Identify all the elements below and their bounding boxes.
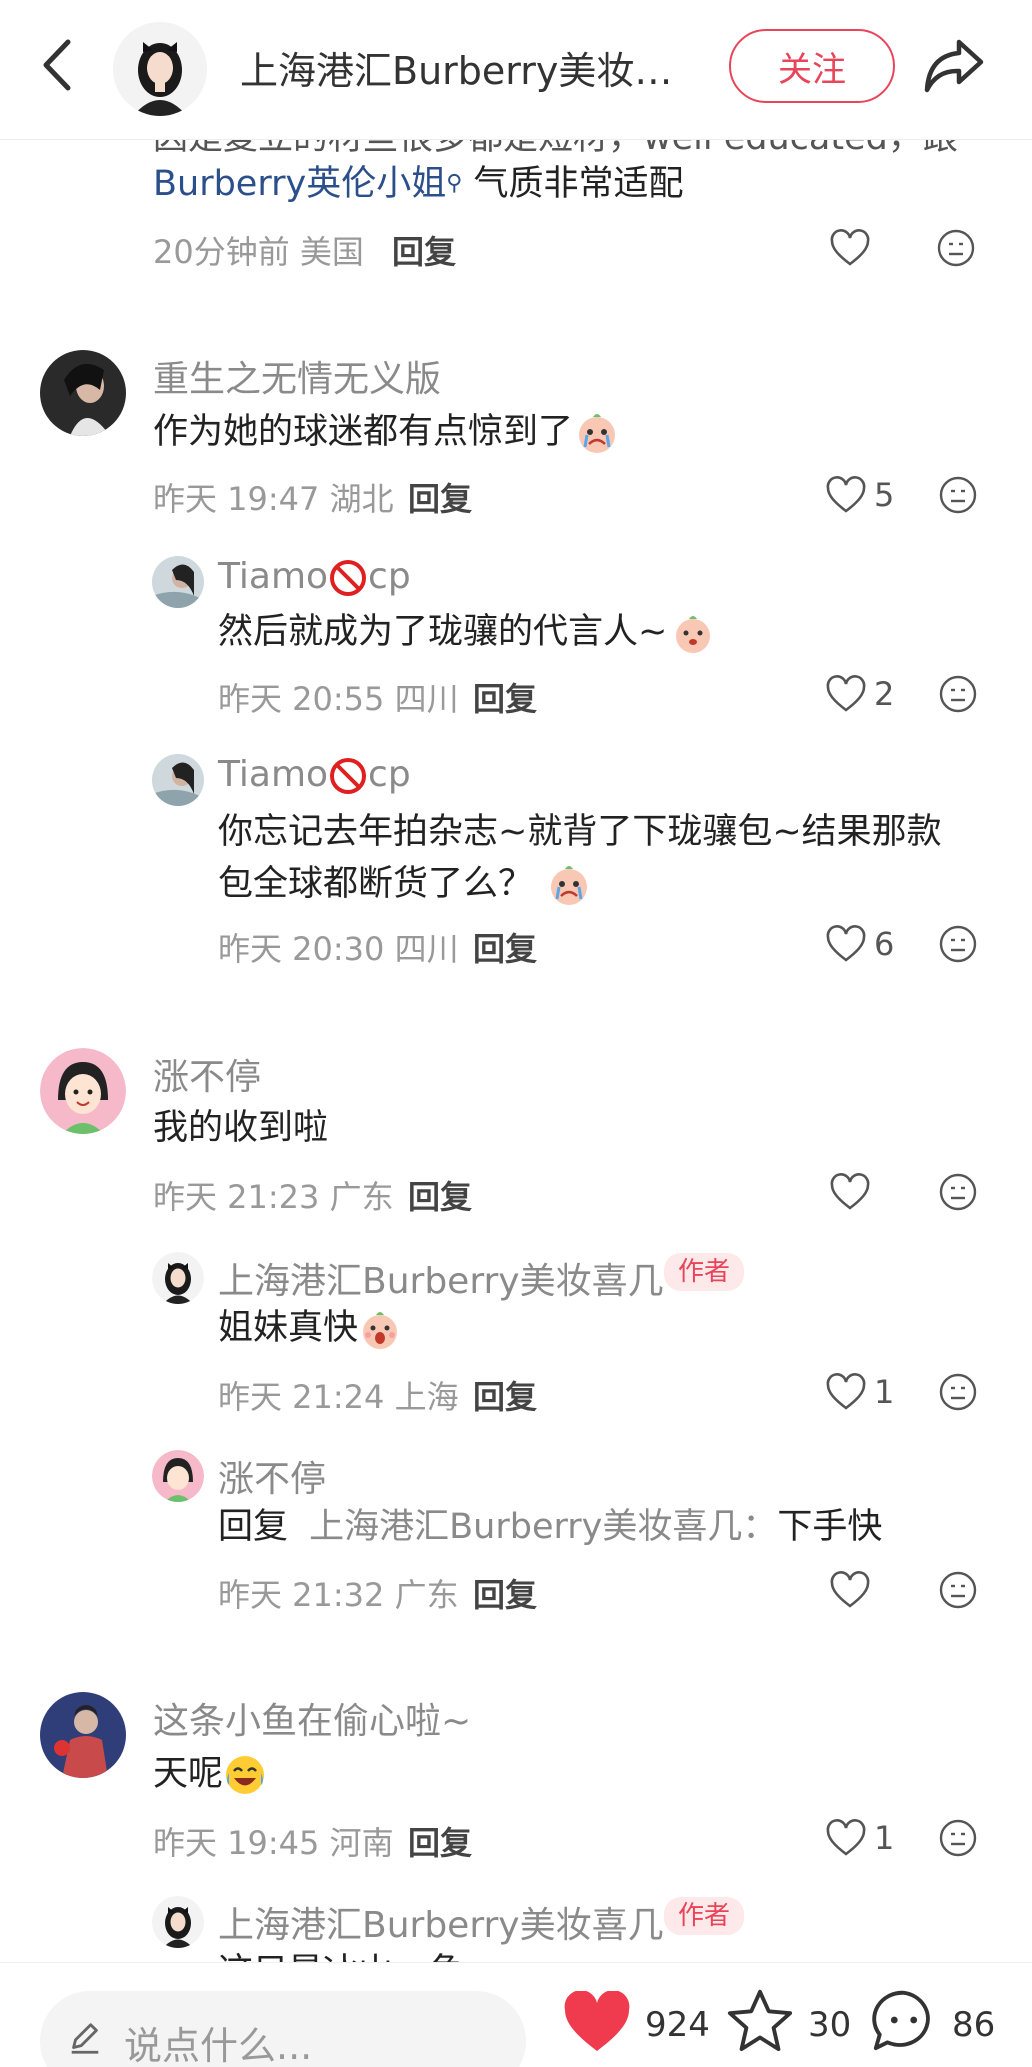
bottom-action-bar: 说点什么... 924 30 86 — [0, 1962, 1032, 2067]
laugh-cry-emoji-icon — [223, 1753, 267, 1797]
brand-link[interactable]: Burberry英伦小姐 — [153, 164, 446, 204]
like-button[interactable]: 6 — [826, 922, 894, 966]
heart-icon — [826, 1819, 866, 1856]
author-badge: 作者 — [664, 1253, 745, 1291]
username[interactable]: 上海港汇Burberry美妆喜几 — [218, 1252, 664, 1304]
reply-button[interactable]: 回复 — [473, 924, 537, 970]
heart-icon — [830, 1173, 870, 1210]
comment-text: 作为她的球迷都有点惊到了 — [153, 406, 619, 458]
emoji-reaction-icon[interactable] — [938, 1172, 978, 1212]
like-button[interactable] — [830, 1170, 870, 1214]
avatar[interactable] — [40, 1048, 126, 1134]
like-button[interactable]: 1 — [826, 1370, 894, 1414]
emoji-reaction-icon[interactable] — [938, 1818, 978, 1858]
cry-emoji-icon — [547, 863, 591, 907]
share-icon[interactable] — [921, 34, 987, 96]
reply-button[interactable]: 回复 — [473, 1372, 537, 1418]
avatar[interactable] — [40, 350, 126, 436]
like-count: 5 — [874, 476, 895, 514]
surprised-emoji-icon — [358, 1307, 402, 1351]
heart-icon — [830, 1571, 870, 1608]
no-entry-icon — [328, 756, 368, 796]
comment-input[interactable]: 说点什么... — [40, 1991, 526, 2067]
comment-text-line: Burberry英伦小姐⚲ 气质非常适配 — [153, 164, 684, 204]
like-button[interactable] — [830, 1568, 870, 1612]
emoji-reaction-icon[interactable] — [938, 924, 978, 964]
emoji-reaction-icon[interactable] — [936, 228, 976, 268]
pencil-icon — [71, 2023, 99, 2054]
avatar[interactable] — [152, 1450, 204, 1502]
avatar[interactable] — [152, 1896, 204, 1948]
cry-emoji-icon — [575, 411, 619, 455]
like-count: 2 — [874, 675, 895, 713]
search-icon: ⚲ — [446, 171, 463, 196]
username[interactable]: Tiamo cp — [218, 754, 411, 796]
like-count: 6 — [874, 925, 895, 963]
like-button[interactable]: 1 — [826, 1816, 894, 1860]
comment-text: 然后就成为了珑骧的代言人~ — [218, 606, 715, 658]
comment-meta: 昨天 19:47 湖北 — [153, 480, 394, 518]
comment-meta: 20分钟前 美国 — [153, 233, 364, 271]
emoji-reaction-icon[interactable] — [938, 1372, 978, 1412]
heart-icon — [830, 229, 870, 266]
reply-button[interactable]: 回复 — [408, 474, 472, 520]
username[interactable]: 这条小鱼在偷心啦~ — [153, 1692, 471, 1744]
heart-icon — [826, 1373, 866, 1410]
comment-text: 回复 上海港汇Burberry美妆喜几：下手快 — [218, 1507, 883, 1547]
peach-emoji-icon — [671, 611, 715, 655]
comment-text-line1: 你忘记去年拍杂志~就背了下珑骧包~结果那款 — [218, 812, 942, 852]
like-count: 1 — [874, 1819, 895, 1857]
comment-text-line2: 包全球都断货了么？ — [218, 858, 591, 910]
comment-text: 我的收到啦 — [153, 1108, 329, 1148]
emoji-reaction-icon[interactable] — [938, 1570, 978, 1610]
avatar[interactable] — [40, 1692, 126, 1778]
comment-text: 天呢 — [153, 1748, 267, 1800]
like-button[interactable] — [830, 226, 870, 270]
heart-icon — [826, 675, 866, 712]
star-icon[interactable] — [726, 1987, 794, 2053]
follow-button[interactable]: 关注 — [729, 29, 895, 103]
reply-button[interactable]: 回复 — [392, 227, 456, 273]
username[interactable]: 上海港汇Burberry美妆喜几 — [218, 1896, 664, 1948]
author-badge: 作者 — [664, 1897, 745, 1935]
like-button[interactable]: 2 — [826, 672, 894, 716]
like-button[interactable]: 5 — [826, 473, 894, 517]
emoji-reaction-icon[interactable] — [938, 674, 978, 714]
comment-meta: 昨天 21:32 广东 — [218, 1576, 459, 1614]
like-heart-icon[interactable] — [562, 1991, 632, 2053]
username[interactable]: 重生之无情无义版 — [153, 350, 441, 402]
back-icon[interactable] — [30, 32, 84, 98]
username[interactable]: Tiamo cp — [218, 556, 411, 598]
author-avatar[interactable] — [113, 22, 207, 116]
heart-icon — [826, 925, 866, 962]
comment-meta: 昨天 20:55 四川 — [218, 680, 459, 718]
reply-target[interactable]: 上海港汇Burberry美妆喜几： — [309, 1507, 777, 1547]
no-entry-icon — [328, 558, 368, 598]
reply-button[interactable]: 回复 — [408, 1818, 472, 1864]
comment-text: 姐妹真快 — [218, 1302, 402, 1354]
emoji-reaction-icon[interactable] — [938, 475, 978, 515]
avatar[interactable] — [152, 754, 204, 806]
top-bar: 上海港汇Burberry美妆… 关注 — [0, 0, 1032, 140]
comment-meta: 昨天 20:30 四川 — [218, 930, 459, 968]
username[interactable]: 涨不停 — [218, 1450, 326, 1502]
comment-count: 86 — [952, 2005, 996, 2045]
comment-meta: 昨天 21:24 上海 — [218, 1378, 459, 1416]
comment-input-placeholder: 说点什么... — [124, 2024, 313, 2067]
reply-button[interactable]: 回复 — [408, 1172, 472, 1218]
comment-meta: 昨天 21:23 广东 — [153, 1178, 394, 1216]
username[interactable]: 涨不停 — [153, 1048, 261, 1100]
avatar[interactable] — [152, 1252, 204, 1304]
reply-button[interactable]: 回复 — [473, 1570, 537, 1616]
page-title: 上海港汇Burberry美妆… — [240, 49, 673, 93]
like-count: 1 — [874, 1373, 895, 1411]
reply-button[interactable]: 回复 — [473, 674, 537, 720]
comment-bubble-icon[interactable] — [870, 1987, 938, 2053]
comment-meta: 昨天 19:45 河南 — [153, 1824, 394, 1862]
heart-icon — [826, 476, 866, 513]
avatar[interactable] — [152, 556, 204, 608]
favorite-count: 30 — [808, 2005, 852, 2045]
like-count-total: 924 — [645, 2005, 710, 2045]
